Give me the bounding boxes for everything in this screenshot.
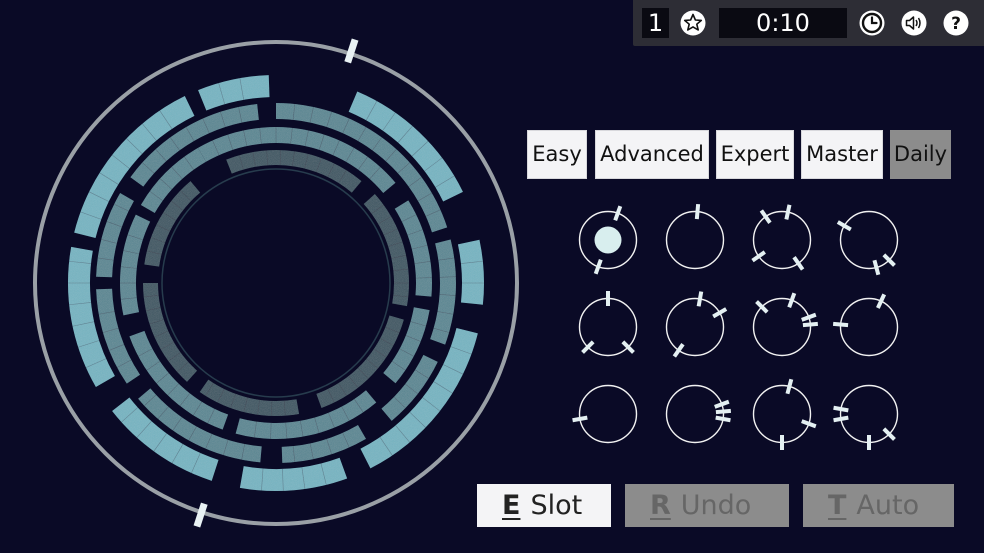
undo-label: Undo (680, 490, 752, 521)
ring1-segment-2[interactable] (457, 239, 485, 305)
piece-10-tick-3 (715, 415, 731, 423)
level-number: 1 (642, 8, 669, 38)
difficulty-advanced[interactable]: Advanced (595, 130, 709, 179)
piece-9-tick-1 (572, 415, 588, 423)
auto-hotkey: T (828, 490, 847, 521)
auto-label: Auto (856, 490, 920, 521)
puzzle-board[interactable] (0, 0, 984, 553)
undo-hotkey: R (650, 490, 671, 521)
top-bar: 1 0:10 ? (633, 0, 984, 46)
slot-hotkey: E (502, 490, 521, 521)
auto-button[interactable]: T Auto (803, 484, 954, 527)
board-marker-1 (344, 38, 359, 64)
speaker-icon[interactable] (900, 9, 928, 37)
piece-center-dot (594, 226, 622, 254)
piece-10-tick-2 (715, 408, 732, 415)
piece-12-tick-2 (833, 405, 849, 413)
difficulty-daily[interactable]: Daily (890, 130, 951, 179)
difficulty-master[interactable]: Master (801, 130, 883, 179)
game-stage: 1 0:10 ? Easy Advanced Expert Master Dai… (0, 0, 984, 553)
ring2-segment-2[interactable] (430, 239, 456, 345)
board-marker-2 (193, 502, 208, 528)
difficulty-easy[interactable]: Easy (527, 130, 587, 179)
slot-button[interactable]: E Slot (477, 484, 611, 527)
piece-12-tick-1 (833, 415, 849, 423)
piece-6-tick-1 (696, 291, 704, 307)
timer-display: 0:10 (719, 8, 847, 38)
piece-7-tick-3 (802, 321, 819, 328)
clock-icon[interactable] (858, 9, 886, 37)
slot-label: Slot (530, 490, 583, 521)
star-icon[interactable] (679, 9, 707, 37)
piece-8-tick-2 (832, 321, 849, 328)
inner-ring (161, 168, 391, 398)
ring1-segment-4[interactable] (239, 457, 348, 492)
undo-button[interactable]: R Undo (625, 484, 789, 527)
svg-text:?: ? (951, 14, 961, 34)
piece-2-tick-1 (694, 203, 701, 220)
ring1-segment-8[interactable] (198, 75, 270, 111)
help-icon[interactable]: ? (942, 9, 970, 37)
difficulty-expert[interactable]: Expert (716, 130, 794, 179)
ring1-segment-1[interactable] (348, 91, 463, 202)
